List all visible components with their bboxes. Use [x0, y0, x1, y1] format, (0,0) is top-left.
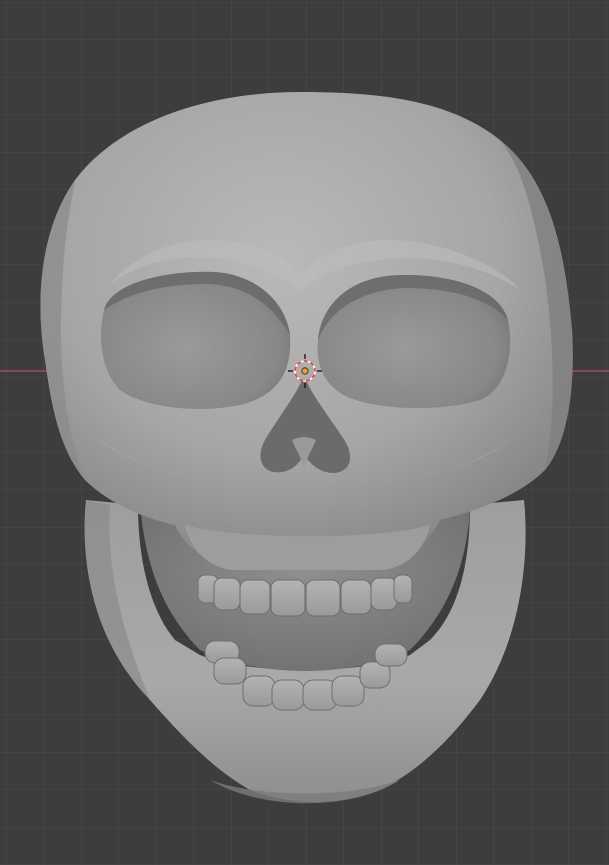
3d-viewport[interactable]	[0, 0, 609, 865]
object-origin-dot[interactable]	[301, 367, 309, 375]
viewport-canvas[interactable]	[0, 0, 609, 865]
